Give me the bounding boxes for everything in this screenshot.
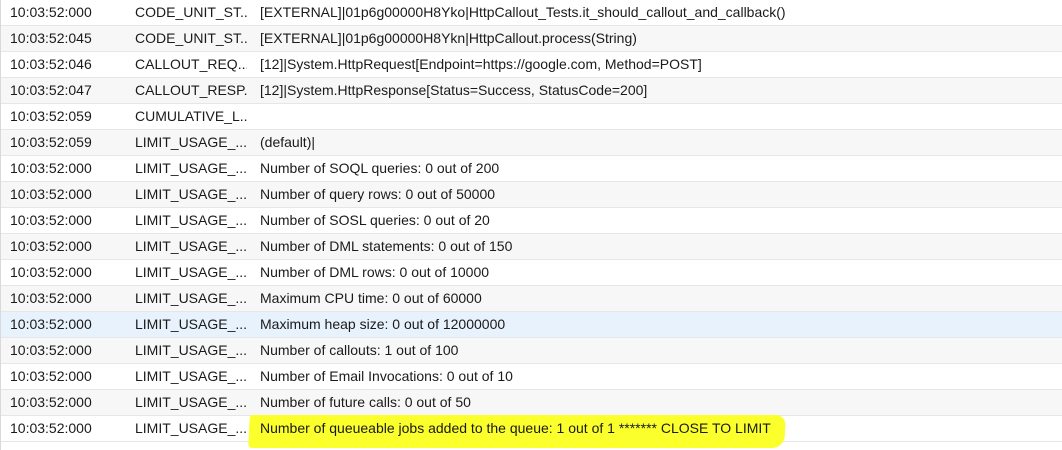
log-timestamp: 10:03:52:000 bbox=[10, 368, 92, 384]
log-event-type: LIMIT_USAGE_... bbox=[135, 238, 247, 254]
log-event-type: LIMIT_USAGE_... bbox=[135, 420, 247, 436]
log-event-type: LIMIT_USAGE_... bbox=[135, 134, 247, 150]
log-details: Number of Email Invocations: 0 out of 10 bbox=[260, 368, 513, 384]
log-row[interactable]: 10:03:52:000 LIMIT_USAGE_... Number of que… bbox=[1, 415, 1062, 448]
log-row[interactable]: 10:03:52:000 LIMIT_USAGE_... Number of SOS… bbox=[1, 208, 1062, 234]
log-row[interactable]: 10:03:52:000 LIMIT_USAGE_... Number of que… bbox=[1, 182, 1062, 208]
log-timestamp: 10:03:52:000 bbox=[10, 420, 92, 436]
log-timestamp: 10:03:52:000 bbox=[10, 290, 92, 306]
log-timestamp: 10:03:52:000 bbox=[10, 394, 92, 410]
log-event-type: CALLOUT_RESP... bbox=[135, 82, 247, 98]
log-details-text: Number of queueable jobs added to the qu… bbox=[260, 420, 771, 436]
log-event-type: CODE_UNIT_ST... bbox=[135, 4, 247, 20]
log-timestamp: 10:03:52:000 bbox=[10, 160, 92, 176]
log-details: [EXTERNAL]|01p6g00000H8Yko|HttpCallout_T… bbox=[260, 4, 786, 20]
log-details: (default)| bbox=[260, 134, 315, 150]
log-event-type: LIMIT_USAGE_... bbox=[135, 290, 247, 306]
log-event-type: CALLOUT_REQ... bbox=[135, 56, 247, 72]
log-row[interactable]: 10:03:52:059 CUMULATIVE_L... bbox=[1, 104, 1062, 130]
log-timestamp: 10:03:52:046 bbox=[10, 56, 92, 72]
log-row[interactable]: 10:03:52:045 CODE_UNIT_ST... [EXTERNAL]|01… bbox=[1, 26, 1062, 52]
highlighted-details: Number of queueable jobs added to the qu… bbox=[248, 415, 786, 448]
log-timestamp: 10:03:52:059 bbox=[10, 108, 92, 124]
log-row[interactable]: 10:03:52:000 LIMIT_USAGE_... Maximum CPU t… bbox=[1, 286, 1062, 312]
log-rows: 10:03:52:000 CODE_UNIT_ST... [EXTERNAL]|01… bbox=[1, 0, 1062, 448]
log-details: Number of callouts: 1 out of 100 bbox=[260, 342, 459, 358]
log-timestamp: 10:03:52:059 bbox=[10, 134, 92, 150]
log-event-type: LIMIT_USAGE_... bbox=[135, 264, 247, 280]
log-timestamp: 10:03:52:000 bbox=[10, 212, 92, 228]
log-timestamp: 10:03:52:000 bbox=[10, 264, 92, 280]
log-details: Maximum heap size: 0 out of 12000000 bbox=[260, 316, 506, 332]
log-details: Number of DML statements: 0 out of 150 bbox=[260, 238, 513, 254]
log-timestamp: 10:03:52:000 bbox=[10, 342, 92, 358]
log-details: Number of query rows: 0 out of 50000 bbox=[260, 186, 496, 202]
log-details: Number of SOSL queries: 0 out of 20 bbox=[260, 212, 490, 228]
log-details: [12]|System.HttpRequest[Endpoint=https:/… bbox=[260, 56, 702, 72]
log-event-type: LIMIT_USAGE_... bbox=[135, 186, 247, 202]
log-row[interactable]: 10:03:52:000 LIMIT_USAGE_... Maximum heap … bbox=[1, 312, 1062, 338]
log-timestamp: 10:03:52:000 bbox=[10, 4, 92, 20]
log-details: [12]|System.HttpResponse[Status=Success,… bbox=[260, 82, 648, 98]
log-details: Number of DML rows: 0 out of 10000 bbox=[260, 264, 490, 280]
log-event-type: LIMIT_USAGE_... bbox=[135, 160, 247, 176]
log-row[interactable]: 10:03:52:046 CALLOUT_REQ... [12]|System.Ht… bbox=[1, 52, 1062, 78]
log-row[interactable]: 10:03:52:000 CODE_UNIT_ST... [EXTERNAL]|01… bbox=[1, 0, 1062, 26]
log-timestamp: 10:03:52:000 bbox=[10, 238, 92, 254]
log-timestamp: 10:03:52:045 bbox=[10, 30, 92, 46]
log-row[interactable]: 10:03:52:000 LIMIT_USAGE_... Number of SOQ… bbox=[1, 156, 1062, 182]
log-details: Number of queueable jobs added to the qu… bbox=[248, 415, 1060, 448]
log-timestamp: 10:03:52:047 bbox=[10, 82, 92, 98]
log-row[interactable]: 10:03:52:059 LIMIT_USAGE_... (default)| bbox=[1, 130, 1062, 156]
log-row[interactable]: 10:03:52:000 LIMIT_USAGE_... Number of DML… bbox=[1, 260, 1062, 286]
log-timestamp: 10:03:52:000 bbox=[10, 186, 92, 202]
log-event-type: CUMULATIVE_L... bbox=[135, 108, 247, 124]
log-details: Maximum CPU time: 0 out of 60000 bbox=[260, 290, 482, 306]
log-details: [EXTERNAL]|01p6g00000H8Ykn|HttpCallout.p… bbox=[260, 30, 637, 46]
log-row[interactable]: 10:03:52:000 LIMIT_USAGE_... Number of cal… bbox=[1, 338, 1062, 364]
log-details: Number of future calls: 0 out of 50 bbox=[260, 394, 471, 410]
log-event-type: LIMIT_USAGE_... bbox=[135, 342, 247, 358]
log-details: Number of SOQL queries: 0 out of 200 bbox=[260, 160, 500, 176]
log-event-type: LIMIT_USAGE_... bbox=[135, 368, 247, 384]
log-row[interactable]: 10:03:52:000 LIMIT_USAGE_... Number of DML… bbox=[1, 234, 1062, 260]
log-event-type: LIMIT_USAGE_... bbox=[135, 316, 247, 332]
log-row[interactable]: 10:03:52:000 LIMIT_USAGE_... Number of fut… bbox=[1, 390, 1062, 416]
log-row[interactable]: 10:03:52:047 CALLOUT_RESP... [12]|System.H… bbox=[1, 78, 1062, 104]
log-event-type: CODE_UNIT_ST... bbox=[135, 30, 247, 46]
log-event-type: LIMIT_USAGE_... bbox=[135, 394, 247, 410]
log-row[interactable]: 10:03:52:000 LIMIT_USAGE_... Number of Ema… bbox=[1, 364, 1062, 390]
log-timestamp: 10:03:52:000 bbox=[10, 316, 92, 332]
log-event-type: LIMIT_USAGE_... bbox=[135, 212, 247, 228]
execution-log-table: 10:03:52:000 CODE_UNIT_ST... [EXTERNAL]|01… bbox=[0, 0, 1062, 450]
